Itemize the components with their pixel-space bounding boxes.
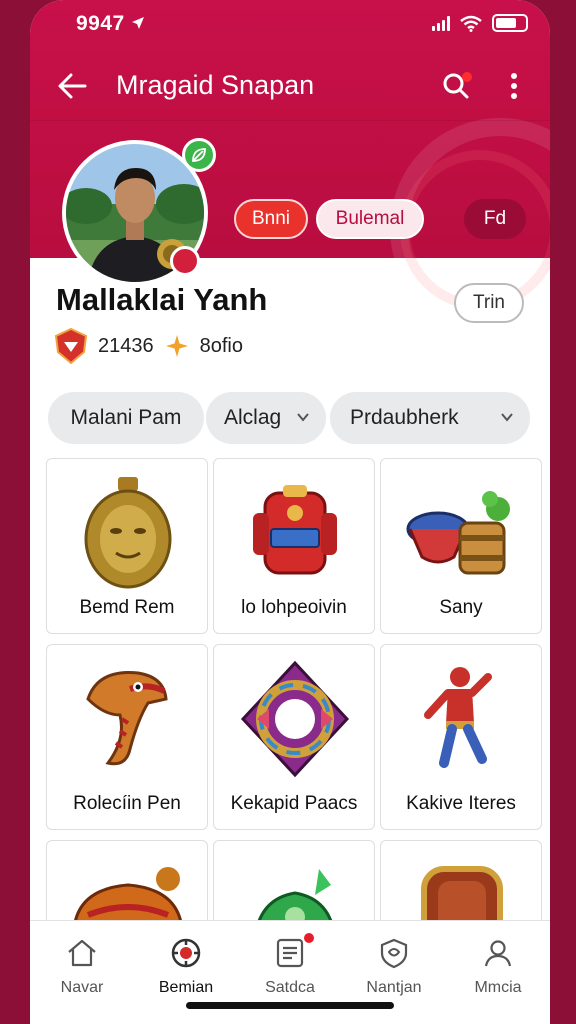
red-hero-figure-icon: [424, 667, 492, 768]
filter-dropdown-type[interactable]: Prdaubherk: [330, 392, 530, 444]
more-vertical-icon: [511, 73, 517, 99]
notification-dot: [462, 72, 472, 82]
item-card[interactable]: Kekapid Paacs: [213, 644, 375, 830]
search-button[interactable]: [436, 66, 476, 106]
item-card[interactable]: Rolecíin Pen: [46, 644, 208, 830]
nav-camera[interactable]: Bemian: [134, 921, 238, 1011]
camera-icon: [171, 938, 201, 968]
cellular-signal-icon: [432, 15, 450, 31]
battery-icon: [492, 14, 528, 32]
filter-chip-category[interactable]: Malani Pam: [48, 392, 204, 444]
sparkle-icon: [165, 335, 188, 357]
follow-button[interactable]: Trin: [454, 283, 524, 323]
notification-badge: [302, 931, 316, 945]
app-bar: Mragaid Snapan: [30, 56, 550, 116]
status-time: 9947: [76, 12, 145, 36]
tag-pill-tertiary[interactable]: Fd: [464, 199, 526, 239]
back-arrow-icon: [58, 73, 87, 99]
item-name: lo lohpeoivin: [241, 597, 347, 618]
nav-documents[interactable]: Satdca: [238, 921, 342, 1011]
nav-profile[interactable]: Mmcia: [446, 921, 550, 1011]
stat-value: 21436: [98, 334, 154, 357]
leaf-icon: [192, 148, 206, 162]
profile-icon: [484, 940, 512, 967]
gem-ring-icon: [240, 660, 350, 778]
item-name: Kakive Iteres: [406, 793, 516, 814]
wifi-icon: [460, 15, 482, 32]
chevron-down-icon: [297, 413, 309, 422]
item-name: Bemd Rem: [79, 597, 175, 618]
item-name: Rolecíin Pen: [73, 793, 181, 814]
back-button[interactable]: [52, 66, 92, 106]
nav-home[interactable]: Navar: [30, 921, 134, 1011]
guild-emblem-icon: [54, 328, 88, 364]
more-options-button[interactable]: [496, 66, 532, 106]
item-card[interactable]: Kakive Iteres: [380, 644, 542, 830]
status-bar: 9947: [30, 0, 550, 50]
home-indicator: [186, 1002, 394, 1009]
item-name: Sany: [439, 597, 483, 618]
barrel-potion-icon: [406, 491, 510, 575]
item-name: Kekapid Paacs: [230, 793, 358, 814]
dragon-head-icon: [86, 671, 168, 766]
stat-label: 8ofio: [199, 334, 243, 357]
item-card[interactable]: Bemd Rem: [46, 458, 208, 634]
chevron-down-icon: [501, 413, 513, 422]
location-arrow-icon: [131, 12, 145, 35]
item-card[interactable]: lo lohpeoivin: [213, 458, 375, 634]
online-status-badge: [182, 138, 216, 172]
item-card[interactable]: Sany: [380, 458, 542, 634]
profile-name: Mallaklai Yanh: [56, 282, 268, 317]
shield-icon: [380, 938, 408, 969]
golden-mask-amulet-icon: [84, 477, 172, 589]
profile-stats: 21436 8ofio: [54, 326, 243, 366]
level-badge: [170, 246, 200, 276]
phone-screen: 9947 Mragaid Snapan Bnni Bulemal Fd Mall…: [30, 0, 550, 1024]
red-robot-armor-icon: [253, 485, 337, 575]
document-icon: [276, 938, 304, 968]
home-icon: [68, 939, 96, 967]
app-title: Mragaid Snapan: [116, 70, 315, 100]
tag-pill-secondary[interactable]: Bulemal: [316, 199, 424, 239]
filter-dropdown-sort[interactable]: Alclag: [206, 392, 326, 444]
nav-shield[interactable]: Nantjan: [342, 921, 446, 1011]
tag-pill-primary[interactable]: Bnni: [234, 199, 308, 239]
